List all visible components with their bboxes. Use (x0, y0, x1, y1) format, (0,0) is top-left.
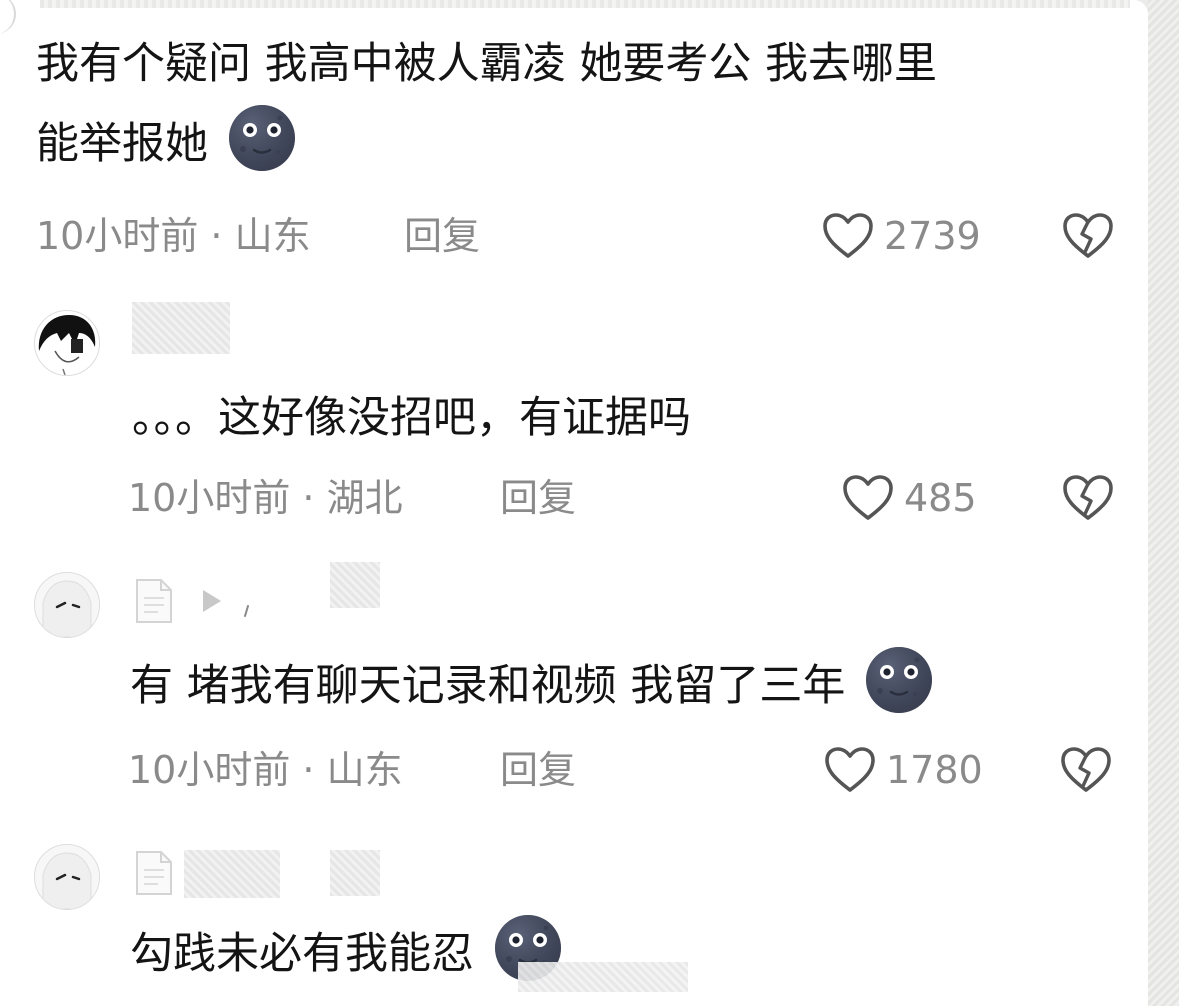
comment-card: 我有个疑问 我高中被人霸凌 她要考公 我去哪里 能举报她 10小时前 · 山东 … (0, 0, 1148, 1006)
like-icon[interactable] (822, 212, 874, 260)
comment-meta: 10小时前 · 山东 (36, 214, 311, 258)
avatar-sketch-face-icon (35, 573, 99, 637)
avatar[interactable] (34, 572, 100, 638)
reply-button[interactable]: 回复 (500, 746, 576, 794)
like-count: 1780 (886, 748, 983, 792)
watermark-redacted (518, 962, 688, 992)
dislike-broken-heart-icon[interactable] (1062, 474, 1114, 522)
like-count: 2739 (884, 214, 981, 258)
document-icon (134, 850, 174, 896)
comment-text-content: 勾践未必有我能忍 (130, 929, 474, 979)
like-icon[interactable] (842, 474, 894, 522)
background-edge (1148, 0, 1179, 1006)
comment-text-content: 有 堵我有聊天记录和视频 我留了三年 (130, 661, 846, 711)
like-count: 485 (904, 476, 977, 520)
comment-text: 。。。这好像没招吧，有证据吗 (132, 393, 691, 443)
comma-mark-icon (244, 605, 249, 617)
comment-text: 勾践未必有我能忍 (130, 914, 830, 992)
comment-text: 我有个疑问 我高中被人霸凌 她要考公 我去哪里 能举报她 (36, 26, 1136, 182)
top-strip (40, 0, 1130, 8)
reply-button[interactable]: 回复 (500, 474, 576, 522)
comment-meta: 10小时前 · 湖北 (128, 476, 403, 520)
username-redacted (330, 562, 380, 608)
new-moon-face-emoji-icon (228, 104, 296, 172)
corner-arc (0, 0, 16, 34)
avatar-sketch-face-icon (35, 845, 99, 909)
dislike-broken-heart-icon[interactable] (1062, 212, 1114, 260)
comment-text-line: 能举报她 (36, 104, 1136, 182)
avatar-anime-boy-icon (35, 311, 99, 375)
dislike-broken-heart-icon[interactable] (1060, 746, 1112, 794)
username-redacted (184, 850, 280, 898)
username-redacted (330, 850, 380, 896)
reply-button[interactable]: 回复 (404, 212, 480, 260)
avatar[interactable] (34, 844, 100, 910)
username-redacted (132, 302, 230, 354)
play-icon (203, 590, 221, 612)
comment-text: 有 堵我有聊天记录和视频 我留了三年 (130, 646, 1130, 724)
comment-text-line: 我有个疑问 我高中被人霸凌 她要考公 我去哪里 (36, 39, 938, 89)
new-moon-face-emoji-icon (865, 646, 933, 714)
comment-meta: 10小时前 · 山东 (128, 748, 403, 792)
avatar[interactable] (34, 310, 100, 376)
comment-text-line2: 能举报她 (36, 119, 208, 169)
document-icon (134, 578, 174, 624)
like-icon[interactable] (824, 746, 876, 794)
